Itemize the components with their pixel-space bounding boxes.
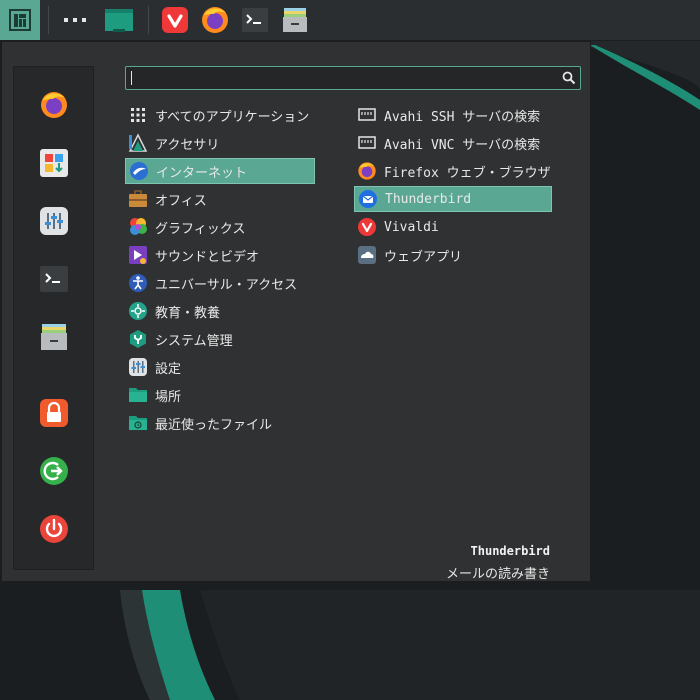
- category-education[interactable]: 教育・教養: [125, 298, 315, 324]
- terminal-icon: [242, 8, 268, 32]
- workspace-dots-icon: [64, 18, 86, 22]
- top-panel: [0, 0, 700, 41]
- sidebar-settings[interactable]: [38, 205, 70, 237]
- selected-app-description: メールの読み書き: [445, 567, 550, 582]
- power-icon: [40, 515, 68, 543]
- show-desktop-icon: [105, 9, 133, 32]
- category-system-tools[interactable]: システム管理: [125, 326, 315, 352]
- category-label: すべてのアプリケーション: [155, 109, 310, 125]
- category-label: オフィス: [155, 193, 207, 209]
- category-label: 教育・教養: [155, 305, 221, 321]
- file-manager-icon: [41, 324, 67, 350]
- app-avahi-vnc[interactable]: Avahi VNC サーバの検索: [354, 130, 552, 156]
- recent-folder-icon: [128, 413, 148, 433]
- software-store-icon: [40, 149, 68, 177]
- firefox-icon: [202, 7, 228, 33]
- category-settings[interactable]: 設定: [125, 354, 315, 380]
- category-office[interactable]: オフィス: [125, 186, 315, 212]
- category-label: インターネット: [156, 165, 248, 181]
- vivaldi-icon: [357, 217, 377, 237]
- briefcase-icon: [128, 189, 148, 209]
- category-graphics[interactable]: グラフィックス: [125, 214, 315, 240]
- app-label: Thunderbird: [385, 191, 472, 207]
- application-list: Avahi SSH サーバの検索 Avahi VNC サーバの検索 Firefo…: [354, 102, 552, 270]
- manjaro-menu-icon: [9, 9, 31, 31]
- category-all-applications[interactable]: すべてのアプリケーション: [125, 102, 315, 128]
- application-menu: すべてのアプリケーション アクセサリ インターネット オフィス グラフィックス …: [1, 41, 591, 582]
- folder-icon: [128, 385, 148, 405]
- grid-icon: [128, 105, 148, 125]
- app-thunderbird[interactable]: Thunderbird: [354, 186, 552, 212]
- sidebar-terminal[interactable]: [38, 263, 70, 295]
- category-recent-files[interactable]: 最近使ったファイル: [125, 410, 315, 436]
- sidebar-power[interactable]: [38, 513, 70, 545]
- multimedia-icon: [128, 245, 148, 265]
- sidebar-logout[interactable]: [38, 455, 70, 487]
- panel-separator: [48, 6, 49, 34]
- app-webapps[interactable]: ウェブアプリ: [354, 242, 552, 268]
- accessibility-icon: [128, 273, 148, 293]
- system-tools-icon: [128, 329, 148, 349]
- settings-icon: [128, 357, 148, 377]
- search-box[interactable]: [125, 66, 581, 90]
- app-label: Avahi VNC サーバの検索: [384, 137, 541, 153]
- file-manager-icon: [283, 8, 307, 32]
- graphics-icon: [128, 217, 148, 237]
- category-places[interactable]: 場所: [125, 382, 315, 408]
- category-label: グラフィックス: [155, 221, 246, 237]
- app-vivaldi[interactable]: Vivaldi: [354, 214, 552, 240]
- application-menu-button[interactable]: [0, 0, 40, 40]
- taskbar-vivaldi[interactable]: [158, 0, 192, 40]
- accessories-icon: [128, 133, 148, 153]
- text-caret: [131, 71, 132, 85]
- taskbar-file-manager[interactable]: [278, 0, 312, 40]
- category-label: 設定: [155, 361, 182, 377]
- favorites-sidebar: [13, 66, 94, 570]
- app-label: Firefox ウェブ・ブラウザ: [384, 165, 551, 181]
- internet-icon: [129, 161, 149, 181]
- category-sound-video[interactable]: サウンドとビデオ: [125, 242, 315, 268]
- app-firefox[interactable]: Firefox ウェブ・ブラウザ: [354, 158, 552, 184]
- logout-icon: [40, 457, 68, 485]
- app-label: Vivaldi: [384, 219, 439, 235]
- category-label: 最近使ったファイル: [155, 417, 273, 433]
- terminal-icon: [40, 266, 68, 292]
- sidebar-software-store[interactable]: [38, 147, 70, 179]
- search-icon[interactable]: [562, 71, 576, 85]
- network-icon: [357, 133, 377, 153]
- firefox-icon: [41, 92, 67, 118]
- category-label: ユニバーサル・アクセス: [155, 277, 298, 293]
- sidebar-lock-screen[interactable]: [38, 397, 70, 429]
- selected-app-name: Thunderbird: [470, 544, 550, 558]
- show-desktop-button[interactable]: [101, 0, 137, 40]
- panel-separator: [148, 6, 149, 34]
- app-label: ウェブアプリ: [384, 249, 463, 265]
- thunderbird-icon: [358, 189, 378, 209]
- category-list: すべてのアプリケーション アクセサリ インターネット オフィス グラフィックス …: [125, 102, 315, 438]
- category-internet[interactable]: インターネット: [125, 158, 315, 184]
- firefox-icon: [357, 161, 377, 181]
- workspace-switcher[interactable]: [58, 0, 92, 40]
- category-label: システム管理: [155, 333, 233, 349]
- taskbar-firefox[interactable]: [198, 0, 232, 40]
- vivaldi-icon: [162, 7, 188, 33]
- category-accessories[interactable]: アクセサリ: [125, 130, 315, 156]
- network-icon: [357, 105, 377, 125]
- education-icon: [128, 301, 148, 321]
- app-label: Avahi SSH サーバの検索: [384, 109, 541, 125]
- category-universal-access[interactable]: ユニバーサル・アクセス: [125, 270, 315, 296]
- category-label: アクセサリ: [155, 137, 220, 153]
- taskbar-terminal[interactable]: [238, 0, 272, 40]
- sidebar-file-manager[interactable]: [38, 321, 70, 353]
- webapp-icon: [357, 245, 377, 265]
- category-label: 場所: [155, 389, 182, 405]
- search-input[interactable]: [130, 69, 550, 87]
- lock-icon: [40, 399, 68, 427]
- category-label: サウンドとビデオ: [155, 249, 260, 265]
- app-avahi-ssh[interactable]: Avahi SSH サーバの検索: [354, 102, 552, 128]
- sidebar-firefox[interactable]: [38, 89, 70, 121]
- settings-icon: [40, 207, 68, 235]
